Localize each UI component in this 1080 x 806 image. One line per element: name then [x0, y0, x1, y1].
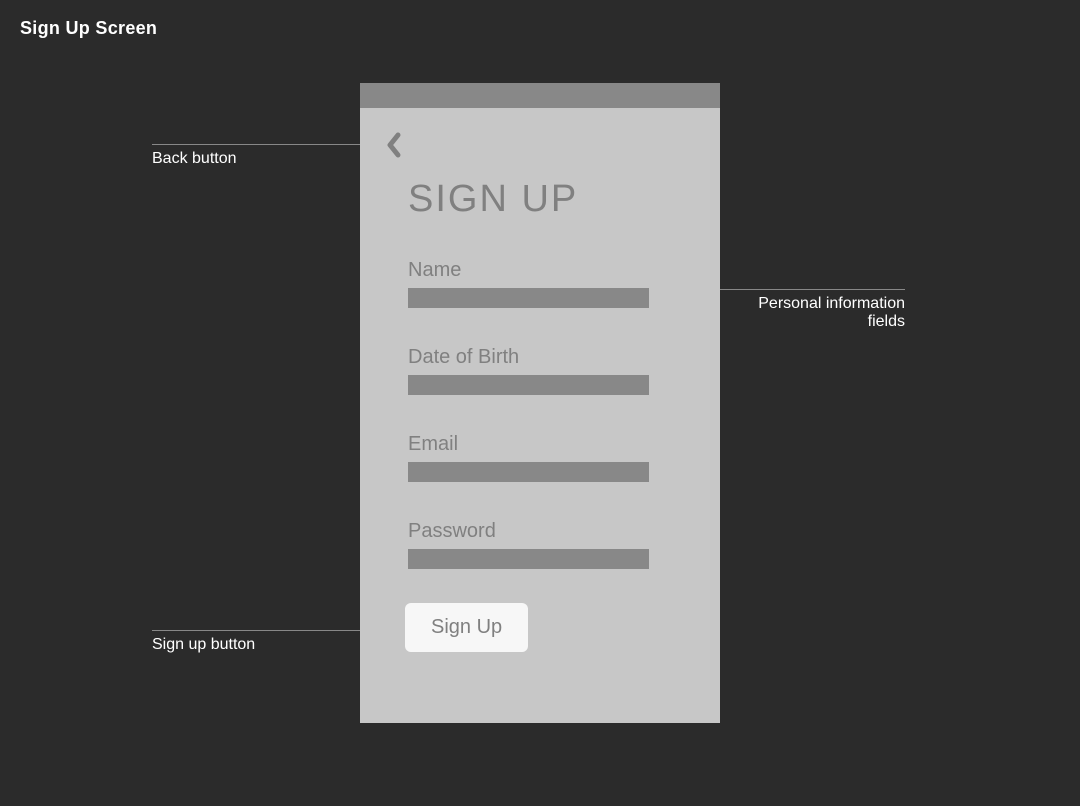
dob-input[interactable]	[408, 375, 649, 395]
form-field-email: Email	[408, 433, 672, 482]
annotation-personal-info-fields: Personal information fields	[737, 295, 905, 331]
dob-label: Date of Birth	[408, 346, 672, 369]
annotation-fields-line1: Personal information	[758, 295, 905, 312]
signup-heading: SIGN UP	[408, 178, 672, 221]
back-button[interactable]	[382, 131, 406, 159]
password-input[interactable]	[408, 549, 649, 569]
signup-form: SIGN UP Name Date of Birth Email Passwor…	[408, 178, 672, 607]
chevron-left-icon	[382, 131, 406, 159]
phone-mockup: SIGN UP Name Date of Birth Email Passwor…	[360, 83, 720, 723]
name-input[interactable]	[408, 288, 649, 308]
form-field-name: Name	[408, 259, 672, 308]
page-title: Sign Up Screen	[20, 18, 157, 39]
annotation-fields-line2: fields	[868, 313, 905, 330]
annotation-back-button: Back button	[152, 150, 237, 168]
signup-button[interactable]: Sign Up	[405, 603, 528, 652]
annotation-signup-button: Sign up button	[152, 636, 255, 654]
email-label: Email	[408, 433, 672, 456]
status-bar	[360, 83, 720, 108]
name-label: Name	[408, 259, 672, 282]
form-field-password: Password	[408, 520, 672, 569]
email-input[interactable]	[408, 462, 649, 482]
form-field-dob: Date of Birth	[408, 346, 672, 395]
annotation-leader-back	[152, 144, 380, 145]
password-label: Password	[408, 520, 672, 543]
